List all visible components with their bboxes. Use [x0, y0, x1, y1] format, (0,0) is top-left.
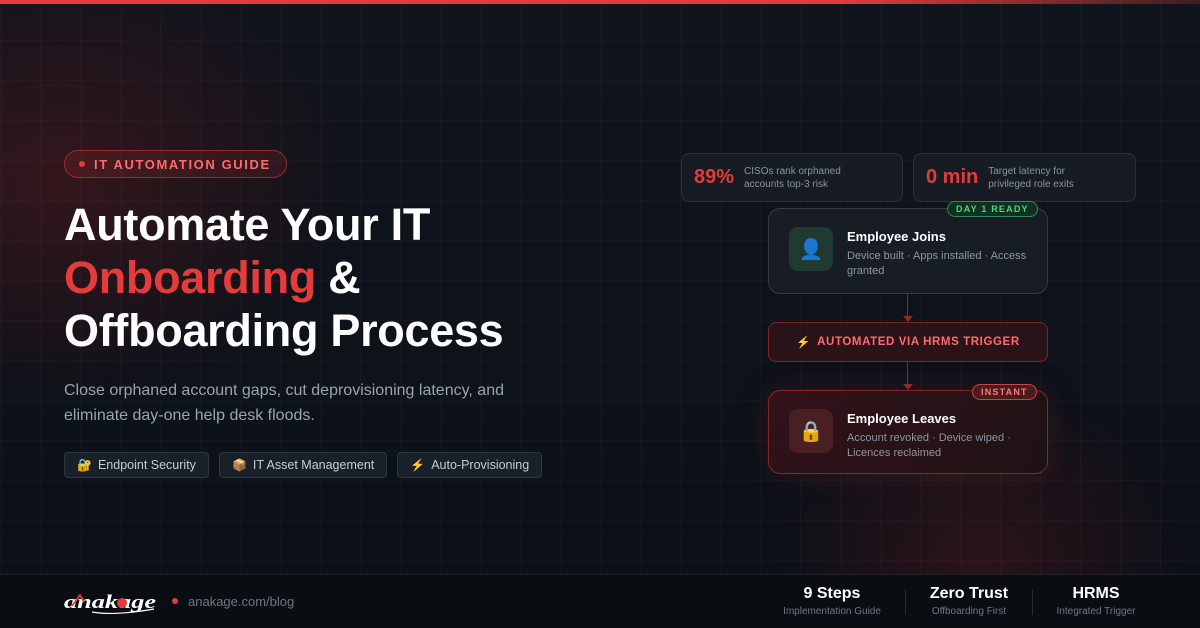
title-accent: Onboarding — [64, 252, 316, 303]
brand-logo-wordmark: anakage — [64, 592, 157, 613]
card-description: Device built · Apps installed · Access g… — [847, 250, 1027, 277]
chip-label: IT Asset Management — [252, 458, 375, 472]
lock-icon: 🔒 — [789, 409, 833, 453]
tag-label: IT AUTOMATION GUIDE — [94, 156, 271, 172]
category-tag: IT AUTOMATION GUIDE — [64, 150, 287, 178]
lightning-icon: ⚡ — [410, 458, 426, 472]
logo-dot-icon — [117, 598, 127, 608]
footer-stat-label: Integrated Trigger — [1056, 606, 1136, 617]
stat-value: 89% — [694, 166, 735, 188]
package-icon: 📦 — [231, 458, 247, 472]
title-line-1: Automate Your IT — [64, 199, 431, 250]
blog-link[interactable]: anakage.com/blog — [188, 594, 294, 609]
footer-stat-zero-trust: Zero Trust Offboarding First — [914, 585, 1024, 617]
stat-card-latency: 0 min Target latency for privileged role… — [913, 153, 1136, 202]
chip-endpoint-security[interactable]: 🔐 Endpoint Security — [64, 452, 209, 478]
lightning-icon: ⚡ — [796, 337, 812, 349]
footer-stat-label: Offboarding First — [931, 606, 1007, 617]
separator-dot-icon — [172, 598, 178, 604]
lock-key-icon: 🔐 — [77, 458, 92, 472]
stat-card-orphaned-accounts: 89% CISOs rank orphaned accounts top-3 r… — [681, 153, 903, 202]
footer-stat-value: 9 Steps — [803, 585, 861, 602]
brand-logo[interactable]: anakage — [64, 590, 160, 616]
flow-card-employee-leaves: 🔒 Employee Leaves Account revoked · Devi… — [768, 390, 1048, 474]
tag-dot-icon — [79, 161, 85, 167]
chip-label: Endpoint Security — [97, 458, 196, 472]
footer-stat-value: HRMS — [1072, 585, 1120, 602]
trigger-label: AUTOMATED VIA HRMS TRIGGER — [817, 336, 1020, 348]
footer-stat-steps: 9 Steps Implementation Guide — [772, 585, 892, 617]
footer-divider — [905, 589, 906, 615]
stat-label: CISOs rank orphaned accounts top-3 risk — [744, 165, 841, 190]
subtitle: Close orphaned account gaps, cut deprovi… — [64, 382, 504, 424]
card-title: Employee Joins — [847, 229, 946, 244]
hrms-trigger-banner: ⚡ AUTOMATED VIA HRMS TRIGGER — [768, 322, 1048, 362]
card-title: Employee Leaves — [847, 411, 957, 426]
flow-connector-top — [907, 294, 908, 316]
footer-stat-label: Implementation Guide — [783, 606, 881, 617]
user-icon: 👤 — [789, 227, 833, 271]
chip-auto-provisioning[interactable]: ⚡ Auto-Provisioning — [397, 452, 543, 478]
flow-connector-bottom — [907, 362, 908, 384]
top-accent-bar — [0, 0, 1200, 4]
card-description: Account revoked · Device wiped · Licence… — [847, 432, 1011, 459]
title-line-3: Offboarding Process — [64, 305, 504, 356]
status-badge-instant: INSTANT — [972, 384, 1037, 400]
chip-it-asset-management[interactable]: 📦 IT Asset Management — [218, 452, 388, 478]
stat-value: 0 min — [926, 166, 979, 188]
footer-divider — [1032, 589, 1033, 615]
status-badge-day1-ready: DAY 1 READY — [947, 201, 1038, 217]
footer-stat-hrms: HRMS Integrated Trigger — [1046, 585, 1146, 617]
page-title: Automate Your IT Onboarding & Offboardin… — [64, 198, 624, 357]
stat-label: Target latency for privileged role exits — [988, 165, 1074, 190]
title-line-2-rest: & — [315, 252, 361, 303]
footer-stat-value: Zero Trust — [929, 585, 1009, 602]
chip-label: Auto-Provisioning — [431, 458, 530, 472]
flow-card-employee-joins: 👤 Employee Joins Device built · Apps ins… — [768, 208, 1048, 294]
topic-chips: 🔐 Endpoint Security 📦 IT Asset Managemen… — [64, 452, 543, 478]
